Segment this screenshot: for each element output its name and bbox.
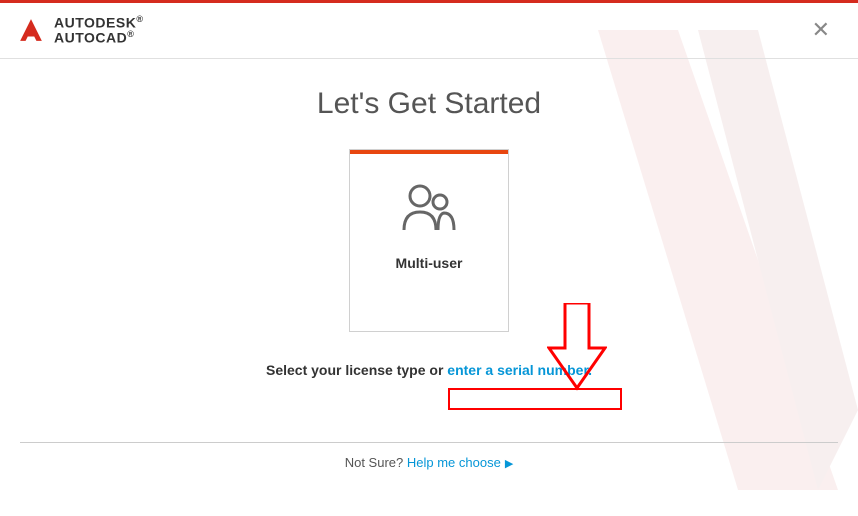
brand: AUTODESK® AUTOCAD®	[18, 15, 143, 46]
close-icon: ✕	[812, 17, 830, 42]
autodesk-logo-icon	[18, 17, 44, 43]
close-button[interactable]: ✕	[808, 15, 834, 45]
enter-serial-link[interactable]: enter a serial number.	[447, 362, 592, 378]
page-title: Let's Get Started	[0, 87, 858, 121]
multi-user-card[interactable]: Multi-user	[349, 149, 509, 332]
help-me-choose-link[interactable]: Help me choose	[407, 455, 501, 470]
footer: Not Sure? Help me choose ▶	[0, 443, 858, 482]
brand-text: AUTODESK® AUTOCAD®	[54, 15, 143, 46]
prompt-prefix: Select your license type or	[266, 362, 447, 378]
chevron-right-icon: ▶	[505, 458, 513, 470]
card-accent	[350, 150, 508, 154]
card-label: Multi-user	[350, 255, 508, 271]
multi-user-icon	[400, 182, 458, 232]
main-content: Let's Get Started Multi-user Select your…	[0, 59, 858, 482]
header: AUTODESK® AUTOCAD® ✕	[0, 3, 858, 58]
brand-line2: AUTOCAD®	[54, 30, 143, 45]
footer-prefix: Not Sure?	[345, 455, 407, 470]
license-prompt: Select your license type or enter a seri…	[0, 362, 858, 378]
brand-line1: AUTODESK®	[54, 15, 143, 30]
